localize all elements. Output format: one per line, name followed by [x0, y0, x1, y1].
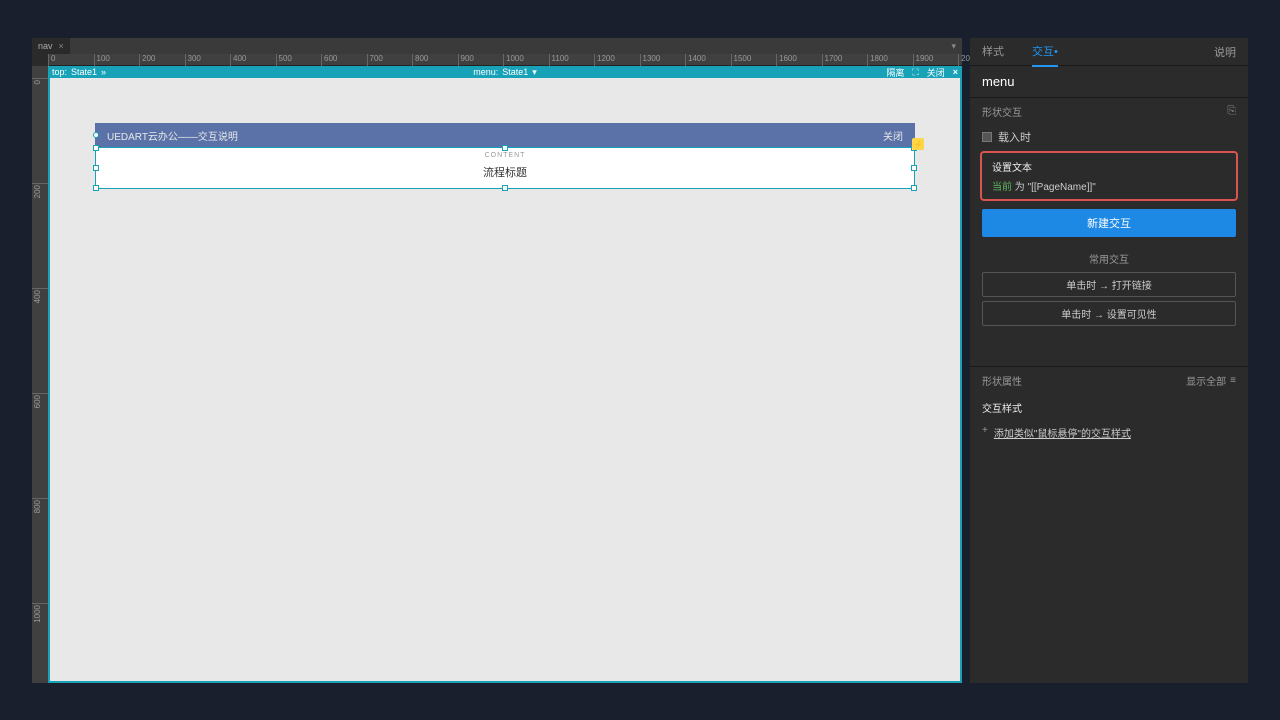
selected-widget[interactable]: CONTENT 流程标题 ⚡ [95, 147, 915, 189]
shape-attributes-header: 形状属性 显示全部 ≡ [970, 366, 1248, 394]
close-state-button[interactable]: 关闭 [927, 66, 945, 79]
inspector-tabs: 样式 交互• 说明 [970, 38, 1248, 66]
resize-handle-tl[interactable] [93, 145, 99, 151]
state-bar: top: State1 » menu: State1 ▾ 隔离 ⛶ 关闭 × [48, 66, 962, 78]
action-highlight-box[interactable]: 设置文本 当前 为 "[[PageName]]" [980, 151, 1238, 201]
action-title: 设置文本 [992, 159, 1226, 174]
shape-interactions-header: 形状交互 ⎘ [970, 97, 1248, 125]
resize-handle-bl[interactable] [93, 185, 99, 191]
chevron-right-icon: » [101, 67, 106, 77]
document-tab-bar: nav × ▾ [32, 38, 962, 54]
editor-frame: nav × ▾ 01002003004005006007008009001000… [32, 38, 962, 683]
add-interaction-style-button[interactable]: + 添加类似"鼠标悬停"的交互样式 [970, 421, 1248, 444]
state-top-value: State1 [71, 67, 97, 77]
interaction-bolt-icon[interactable]: ⚡ [912, 138, 924, 150]
state-right-group: 隔离 ⛶ 关闭 × [886, 66, 958, 79]
tab-notes[interactable]: 说明 [1214, 38, 1236, 66]
new-interaction-button[interactable]: 新建交互 [982, 209, 1236, 237]
close-icon[interactable]: × [59, 41, 64, 51]
object-name[interactable]: menu [970, 66, 1248, 97]
common-set-visibility-button[interactable]: 单击时 → 设置可见性 [982, 301, 1236, 326]
widget-header-title: UEDART云办公——交互说明 [107, 128, 238, 143]
flow-title-text: 流程标题 [96, 164, 914, 180]
shape-interactions-label: 形状交互 [982, 104, 1022, 119]
common-interactions-label: 常用交互 [970, 251, 1248, 266]
interaction-style-label: 交互样式 [970, 394, 1248, 421]
menu-icon: ≡ [1230, 375, 1236, 386]
resize-handle-tc[interactable] [502, 145, 508, 151]
close-icon[interactable]: × [953, 67, 958, 77]
add-style-text: 添加类似"鼠标悬停"的交互样式 [994, 425, 1131, 440]
state-center-group[interactable]: menu: State1 ▾ [473, 67, 537, 78]
state-menu-value: State1 [502, 67, 528, 77]
ruler-vertical: 02004006008001000 [32, 78, 48, 683]
isolate-button[interactable]: 隔离 [886, 66, 904, 79]
tab-style[interactable]: 样式 [982, 37, 1004, 67]
resize-handle-ml[interactable] [93, 165, 99, 171]
add-interaction-icon[interactable]: ⎘ [1227, 105, 1236, 118]
document-tab[interactable]: nav × [32, 38, 70, 54]
chevron-down-icon: ▾ [532, 67, 537, 78]
state-top-label: top: [52, 67, 67, 77]
canvas[interactable]: UEDART云办公——交互说明 关闭 CONTENT 流程标题 ⚡ [48, 78, 962, 683]
action-description: 当前 为 "[[PageName]]" [992, 178, 1226, 193]
tab-dropdown[interactable]: ▾ [945, 41, 962, 52]
widget-header-bar[interactable]: UEDART云办公——交互说明 关闭 [95, 123, 915, 147]
common-open-link-button[interactable]: 单击时 → 打开链接 [982, 272, 1236, 297]
ruler-horizontal: 0100200300400500600700800900100011001200… [48, 54, 962, 66]
ruler-corner [32, 66, 48, 78]
state-menu-label: menu: [473, 67, 498, 77]
expand-icon[interactable]: ⛶ [912, 67, 918, 78]
tab-interactions[interactable]: 交互• [1032, 37, 1058, 67]
resize-handle-br[interactable] [911, 185, 917, 191]
event-name: 载入时 [998, 129, 1031, 145]
plus-icon: + [982, 425, 988, 440]
event-checkbox[interactable] [982, 132, 992, 142]
rotate-handle[interactable] [93, 132, 99, 138]
tab-label: nav [38, 41, 53, 51]
shape-attributes-label: 形状属性 [982, 373, 1022, 388]
show-all-button[interactable]: 显示全部 ≡ [1186, 373, 1236, 388]
state-left-group[interactable]: top: State1 » [52, 67, 106, 77]
chevron-down-icon: ▾ [951, 41, 956, 51]
resize-handle-mr[interactable] [911, 165, 917, 171]
widget-header-close[interactable]: 关闭 [883, 128, 903, 143]
resize-handle-bc[interactable] [502, 185, 508, 191]
inspector-panel: 样式 交互• 说明 menu 形状交互 ⎘ 载入时 设置文本 当前 为 "[[P… [970, 38, 1248, 683]
event-row-onload[interactable]: 载入时 [970, 125, 1248, 149]
content-label: CONTENT [96, 152, 914, 159]
